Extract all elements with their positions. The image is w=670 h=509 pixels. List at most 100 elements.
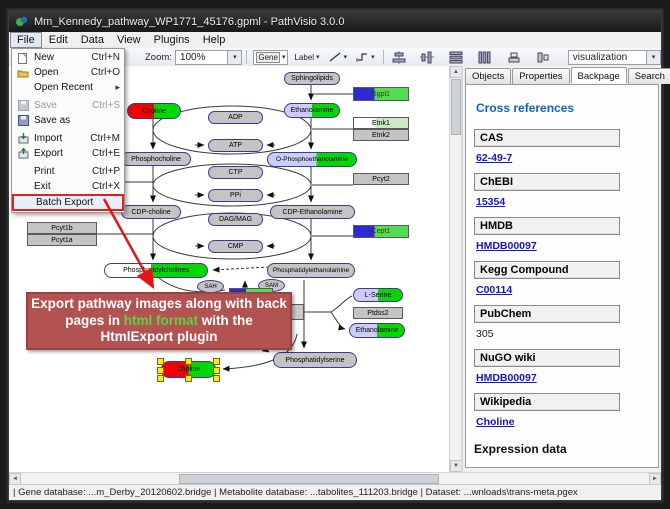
link-hmdb[interactable]: HMDB00097: [476, 240, 650, 252]
menu-item-export[interactable]: Export Ctrl+E: [12, 146, 124, 161]
node-sgpl1[interactable]: Sgpl1: [353, 87, 409, 101]
menu-item-label: Import: [34, 133, 82, 144]
node-sphingolipids[interactable]: Sphingolipids: [284, 72, 340, 85]
menu-item-label: Open: [34, 67, 83, 78]
selection-handle[interactable]: [185, 375, 192, 382]
canvas-horizontal-scrollbar[interactable]: ◄ ►: [9, 472, 661, 484]
horizontal-scroll-thumb[interactable]: [179, 474, 439, 484]
value-pubchem: 305: [476, 328, 650, 340]
node-choline-top[interactable]: Choline: [127, 103, 181, 119]
node-l-serine[interactable]: L-Serine: [353, 288, 403, 302]
selection-handle[interactable]: [157, 367, 164, 374]
menu-plugins[interactable]: Plugins: [148, 33, 196, 47]
menu-data[interactable]: Data: [75, 33, 110, 47]
node-adp[interactable]: ADP: [208, 111, 263, 124]
toolbar-separator: [383, 50, 384, 64]
link-wikipedia[interactable]: Choline: [476, 416, 650, 428]
menu-item-shortcut: Ctrl+N: [91, 52, 120, 63]
node-cmp[interactable]: CMP: [208, 240, 263, 253]
blank-icon: [16, 82, 30, 94]
node-pcyt2[interactable]: Pcyt2: [353, 173, 409, 185]
menu-help[interactable]: Help: [197, 33, 232, 47]
node-ethanolamine-bottom[interactable]: Ethanolamine: [349, 323, 405, 338]
stack-bottom-icon[interactable]: [506, 50, 522, 64]
selection-handle[interactable]: [185, 358, 192, 365]
distribute-horizontal-icon[interactable]: [477, 50, 493, 64]
node-cdp-choline[interactable]: CDP-choline: [121, 205, 181, 219]
app-icon: [15, 15, 28, 28]
menu-item-save[interactable]: Save Ctrl+S: [12, 98, 124, 113]
menu-item-exit[interactable]: Exit Ctrl+X: [12, 179, 124, 194]
menu-item-new[interactable]: New Ctrl+N: [12, 50, 124, 65]
node-ethanolamine-top[interactable]: Ethanolamine: [284, 103, 340, 118]
node-etnk1[interactable]: Etnk1: [353, 117, 409, 129]
open-folder-icon: [16, 67, 30, 79]
selection-handle[interactable]: [213, 367, 220, 374]
align-hcenter-icon[interactable]: [419, 50, 435, 64]
line-icon: [328, 51, 342, 63]
section-header-nugo: NuGO wiki: [474, 349, 620, 367]
node-ptdss2[interactable]: Ptdss2: [353, 307, 403, 319]
menu-bar: File Edit Data View Plugins Help: [9, 32, 661, 49]
menu-file[interactable]: File: [10, 32, 42, 48]
node-pcyt1a[interactable]: Pcyt1a: [27, 234, 97, 246]
visualization-combobox[interactable]: visualization ▾: [568, 50, 661, 65]
menu-view[interactable]: View: [111, 33, 147, 47]
status-bar: | Gene database: ...m_Derby_20120602.bri…: [9, 484, 661, 500]
selection-handle[interactable]: [213, 375, 220, 382]
node-cept1[interactable]: Cept1: [353, 225, 409, 238]
menu-item-open[interactable]: Open Ctrl+O: [12, 65, 124, 80]
link-chebi[interactable]: 15354: [476, 196, 650, 208]
menu-item-batch-export[interactable]: Batch Export: [12, 194, 124, 211]
menu-item-print[interactable]: Print Ctrl+P: [12, 164, 124, 179]
align-vcenter-icon[interactable]: [391, 50, 407, 64]
import-icon: [16, 133, 30, 145]
menu-item-save-as[interactable]: Save as: [12, 113, 124, 128]
menu-item-open-recent[interactable]: Open Recent: [12, 80, 124, 95]
node-ctp[interactable]: CTP: [208, 166, 263, 179]
canvas-vertical-scrollbar[interactable]: ▲ ▼: [449, 66, 461, 472]
selection-handle[interactable]: [157, 375, 164, 382]
tab-backpage[interactable]: Backpage: [571, 67, 627, 83]
node-o-phosphoethanolamine[interactable]: O-Phosphoethanolamine: [267, 152, 357, 167]
selection-handle[interactable]: [213, 358, 220, 365]
zoom-value: 100%: [180, 52, 206, 63]
menu-item-shortcut: Ctrl+O: [91, 67, 120, 78]
link-cas[interactable]: 62-49-7: [476, 152, 650, 164]
node-phosphocholine[interactable]: Phosphocholine: [121, 152, 191, 166]
line-tool-button[interactable]: [326, 50, 350, 64]
node-phosphatidylcholines[interactable]: Phosphatidylcholines: [104, 263, 208, 278]
label-tool-label: Label: [294, 53, 314, 62]
node-etnk2[interactable]: Etnk2: [353, 129, 409, 141]
menu-edit[interactable]: Edit: [43, 33, 74, 47]
link-kegg[interactable]: C00114: [476, 284, 650, 296]
backpage-content[interactable]: Cross references CAS 62-49-7 ChEBI 15354…: [465, 84, 659, 468]
node-cdp-ethanolamine[interactable]: CDP-Ethanolamine: [270, 205, 355, 219]
tab-objects[interactable]: Objects: [465, 68, 511, 84]
gene-tool-button[interactable]: Gene: [253, 50, 288, 65]
menu-item-import[interactable]: Import Ctrl+M: [12, 131, 124, 146]
title-bar[interactable]: Mm_Kennedy_pathway_WP1771_45176.gpml - P…: [9, 11, 661, 32]
node-dag-mag[interactable]: DAG/MAG: [208, 213, 263, 226]
zoom-combobox[interactable]: 100% ▾: [175, 50, 242, 65]
connector-tool-button[interactable]: [353, 50, 377, 64]
node-pcyt1b[interactable]: Pcyt1b: [27, 222, 97, 234]
tab-properties[interactable]: Properties: [512, 68, 569, 84]
node-phosphatidylethanolamine[interactable]: Phosphatidylethanolamine: [267, 263, 355, 278]
distribute-vertical-icon[interactable]: [448, 50, 464, 64]
node-phosphatidylserine[interactable]: Phosphatidylserine: [273, 352, 357, 368]
section-header-kegg: Kegg Compound: [474, 261, 620, 279]
chevron-down-icon[interactable]: ▾: [227, 51, 241, 64]
stack-left-icon[interactable]: [535, 50, 551, 64]
node-ppi[interactable]: PPi: [208, 189, 263, 202]
selection-handle[interactable]: [157, 358, 164, 365]
link-nugo[interactable]: HMDB00097: [476, 372, 650, 384]
blank-icon: [18, 197, 32, 209]
chevron-down-icon[interactable]: ▾: [646, 51, 660, 64]
vertical-scroll-thumb[interactable]: [451, 79, 461, 135]
tab-search[interactable]: Search: [628, 68, 670, 84]
label-tool-button[interactable]: Label: [292, 52, 321, 63]
menu-item-shortcut: Ctrl+E: [92, 148, 120, 159]
node-atp[interactable]: ATP: [208, 139, 263, 152]
toolbar-separator: [246, 50, 247, 64]
